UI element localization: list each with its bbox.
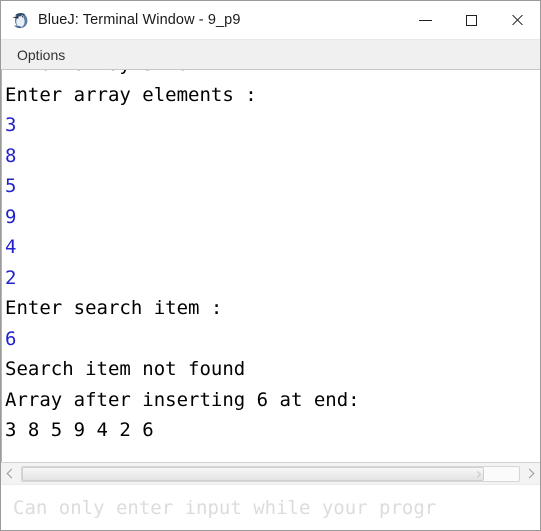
title-bar: BlueJ: Terminal Window - 9_p9 [1, 1, 540, 40]
menu-item-options[interactable]: Options [5, 43, 77, 67]
terminal-text: Enter array size : Enter array elements :… [2, 70, 540, 446]
maximize-button[interactable] [448, 1, 494, 39]
chevron-left-icon [6, 468, 17, 479]
menu-bar: Options [1, 40, 540, 70]
terminal-line: 3 [5, 114, 17, 136]
minimize-button[interactable] [402, 1, 448, 39]
scrollbar-track[interactable] [21, 465, 520, 482]
terminal-line: Enter array elements : [5, 83, 257, 106]
close-button[interactable] [494, 1, 540, 39]
maximize-icon [465, 14, 477, 26]
minimize-icon [418, 19, 432, 21]
input-hint-text: Can only enter input while your progr [13, 496, 437, 519]
close-icon [510, 13, 524, 27]
terminal-line: 8 [5, 144, 17, 167]
terminal-line: 9 [5, 205, 17, 228]
terminal-line: Enter search item : [5, 297, 223, 319]
terminal-line: 3 8 5 9 4 2 6 [5, 419, 154, 441]
terminal-line: Enter array size : [5, 70, 540, 80]
status-bar: Can only enter input while your progr [1, 484, 540, 530]
bluej-penguin-icon [10, 10, 30, 30]
terminal-output-area[interactable]: Enter array size : Enter array elements :… [1, 70, 540, 462]
terminal-line: Search item not found [5, 358, 246, 380]
chevron-right-icon [524, 468, 535, 479]
window-controls [402, 1, 540, 39]
terminal-line: Array after inserting 6 at end: [5, 388, 360, 411]
terminal-line: 4 [5, 236, 17, 258]
horizontal-scrollbar[interactable] [1, 462, 540, 484]
scroll-left-button[interactable] [1, 463, 20, 484]
terminal-line: 6 [5, 327, 17, 350]
terminal-window: BlueJ: Terminal Window - 9_p9 Options En… [0, 0, 541, 531]
window-title: BlueJ: Terminal Window - 9_p9 [38, 12, 241, 28]
scrollbar-thumb[interactable] [22, 466, 485, 481]
scroll-right-button[interactable] [521, 463, 540, 484]
terminal-line: 2 [5, 266, 17, 289]
terminal-line: 5 [5, 175, 17, 197]
